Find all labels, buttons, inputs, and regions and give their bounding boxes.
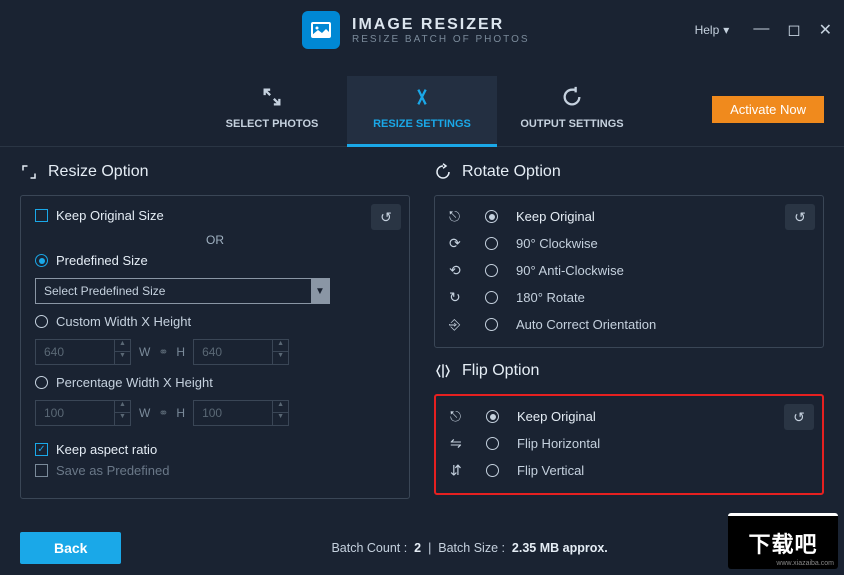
custom-width-input[interactable]: 640▲▼: [35, 339, 131, 365]
help-menu[interactable]: Help▾: [695, 23, 730, 37]
refresh-icon: [561, 86, 583, 108]
flip-vertical-radio[interactable]: ⇵Flip Vertical: [450, 462, 808, 479]
watermark: 下载吧 www.xiazaiba.com: [728, 513, 838, 569]
flip-h-icon: ⇋: [450, 435, 468, 452]
flip-reset-button[interactable]: ↺: [784, 404, 814, 430]
app-subtitle: RESIZE BATCH OF PHOTOS: [352, 34, 530, 45]
maximize-button[interactable]: ◻: [787, 20, 800, 40]
app-logo: [302, 11, 340, 49]
expand-icon: [261, 86, 283, 108]
custom-size-radio[interactable]: Custom Width X Height: [35, 314, 395, 329]
activate-button[interactable]: Activate Now: [712, 96, 824, 123]
rotate-section-title: Rotate Option: [434, 163, 824, 181]
close-button[interactable]: ✕: [819, 20, 832, 40]
tab-select-photos[interactable]: SELECT PHOTOS: [197, 76, 347, 146]
resize-reset-button[interactable]: ↺: [371, 204, 401, 230]
rotate180-icon: ↻: [449, 289, 467, 306]
rotate-reset-button[interactable]: ↺: [785, 204, 815, 230]
resize-icon: [411, 86, 433, 108]
batch-info: Batch Count : 2 | Batch Size : 2.35 MB a…: [331, 541, 607, 555]
rotate-icon: [434, 163, 452, 181]
flip-section-title: Flip Option: [434, 362, 824, 380]
flip-icon: [434, 362, 452, 380]
keep-aspect-checkbox[interactable]: ✓Keep aspect ratio: [35, 442, 395, 457]
link-icon: ⚭: [158, 406, 168, 420]
resize-arrows-icon: [20, 163, 38, 181]
back-button[interactable]: Back: [20, 532, 121, 564]
predefined-size-radio[interactable]: Predefined Size: [35, 253, 395, 268]
tab-resize-settings[interactable]: RESIZE SETTINGS: [347, 76, 497, 146]
keep-icon: ⎋: [450, 408, 468, 425]
resize-section-title: Resize Option: [20, 163, 410, 181]
rotate-auto-radio[interactable]: ⎆Auto Correct Orientation: [449, 316, 809, 333]
predefined-size-select[interactable]: Select Predefined Size▼: [35, 278, 330, 304]
minimize-button[interactable]: —: [753, 20, 769, 40]
tab-output-settings[interactable]: OUTPUT SETTINGS: [497, 76, 647, 146]
cw-icon: ⟳: [449, 235, 467, 252]
rotate-90cw-radio[interactable]: ⟳90° Clockwise: [449, 235, 809, 252]
dropdown-arrow-icon: ▼: [311, 279, 329, 303]
custom-height-input[interactable]: 640▲▼: [193, 339, 289, 365]
rotate-180-radio[interactable]: ↻180° Rotate: [449, 289, 809, 306]
rotate-keep-original-radio[interactable]: ⎋Keep Original: [449, 208, 809, 225]
flip-horizontal-radio[interactable]: ⇋Flip Horizontal: [450, 435, 808, 452]
percentage-size-radio[interactable]: Percentage Width X Height: [35, 375, 395, 390]
rotate-90acw-radio[interactable]: ⟲90° Anti-Clockwise: [449, 262, 809, 279]
or-divider: OR: [35, 233, 395, 247]
chevron-down-icon: ▾: [723, 23, 729, 37]
pct-height-input[interactable]: 100▲▼: [193, 400, 289, 426]
keep-original-size-checkbox[interactable]: Keep Original Size: [35, 208, 395, 223]
keep-icon: ⎋: [449, 208, 467, 225]
flip-keep-original-radio[interactable]: ⎋Keep Original: [450, 408, 808, 425]
flip-v-icon: ⇵: [450, 462, 468, 479]
save-predefined-checkbox[interactable]: Save as Predefined: [35, 463, 395, 478]
link-icon: ⚭: [158, 345, 168, 359]
auto-icon: ⎆: [449, 316, 467, 333]
acw-icon: ⟲: [449, 262, 467, 279]
pct-width-input[interactable]: 100▲▼: [35, 400, 131, 426]
app-title: IMAGE RESIZER: [352, 16, 530, 34]
